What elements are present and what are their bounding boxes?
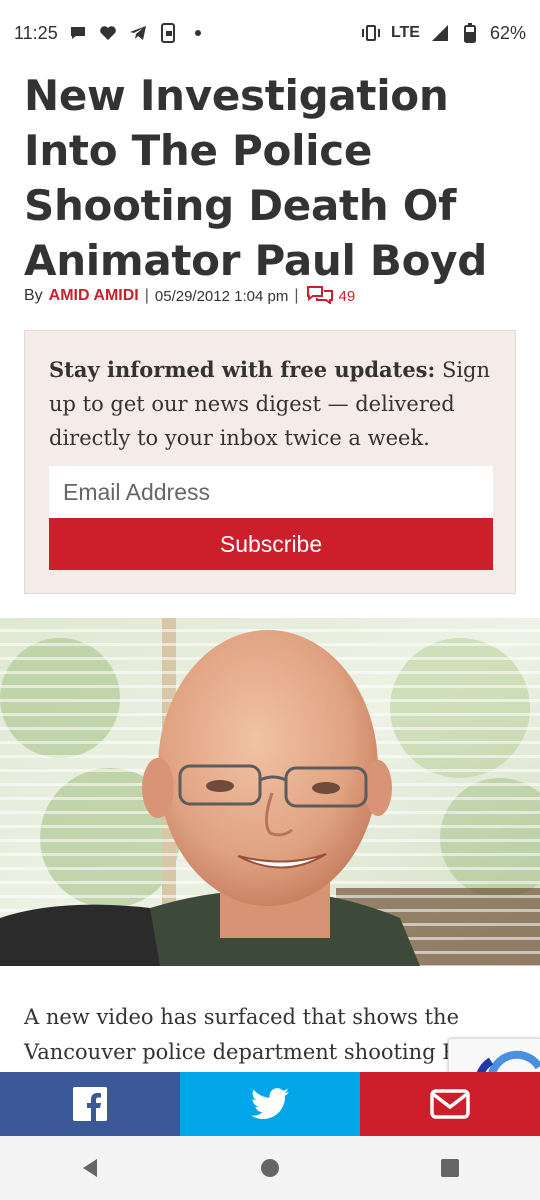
network-type: LTE [390, 24, 420, 41]
signup-bold-text: Stay informed with free updates: [49, 357, 436, 382]
heart-icon [98, 23, 118, 43]
dot-icon [188, 23, 208, 43]
subscribe-button[interactable]: Subscribe [49, 518, 493, 570]
battery-icon [460, 23, 480, 43]
chat-bubble-icon [68, 23, 88, 43]
share-bar [0, 1072, 540, 1136]
byline-prefix: By [24, 287, 43, 304]
email-field[interactable] [49, 466, 493, 518]
battery-percent: 62% [489, 22, 526, 43]
status-time: 11:25 [14, 22, 58, 43]
article-byline: By AMID AMIDI | 05/29/2012 1:04 pm | 49 [24, 284, 355, 308]
facebook-icon [73, 1087, 107, 1121]
recents-button[interactable] [420, 1148, 480, 1188]
author-link[interactable]: AMID AMIDI [49, 287, 139, 305]
recents-square-icon [441, 1159, 459, 1177]
share-email-button[interactable] [360, 1072, 540, 1136]
home-circle-icon [261, 1159, 279, 1177]
home-button[interactable] [240, 1148, 300, 1188]
status-bar: 11:25 LTE 62% [0, 0, 540, 66]
back-button[interactable] [60, 1148, 120, 1188]
status-bar-left: 11:25 [14, 23, 208, 44]
phone-screen-icon [158, 23, 178, 43]
article-lead-paragraph: A new video has surfaced that shows the … [24, 1005, 489, 1064]
signal-icon [430, 23, 450, 43]
system-navigation-bar [0, 1136, 540, 1200]
telegram-icon [128, 23, 148, 43]
share-facebook-button[interactable] [0, 1072, 180, 1136]
article-headline: New Investigation Into The Police Shooti… [24, 71, 487, 285]
vibrate-icon [361, 23, 381, 43]
status-bar-right: LTE 62% [361, 23, 526, 44]
byline-separator: | [144, 287, 149, 304]
back-triangle-icon [83, 1159, 97, 1177]
publish-date: 05/29/2012 1:04 pm [154, 287, 289, 305]
signup-description: Stay informed with free updates: Sign up… [49, 353, 493, 455]
comments-icon [305, 284, 335, 308]
byline-separator: | [294, 287, 299, 304]
comment-count: 49 [338, 287, 356, 305]
email-icon [430, 1089, 470, 1119]
twitter-icon [251, 1088, 289, 1120]
newsletter-signup-box: Stay informed with free updates: Sign up… [24, 330, 516, 594]
article-photo [0, 618, 540, 966]
comments-link[interactable]: 49 [305, 284, 356, 308]
share-twitter-button[interactable] [180, 1072, 360, 1136]
